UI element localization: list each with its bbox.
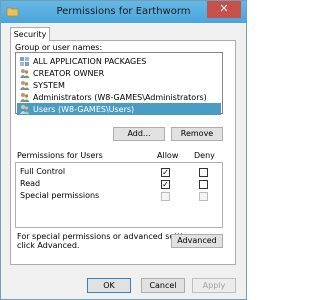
advanced-button[interactable]: Advanced — [171, 234, 223, 248]
users-icon — [20, 92, 30, 102]
group-list-label: Group or user names: — [15, 43, 103, 52]
allow-checkbox — [161, 192, 170, 201]
users-icon — [20, 80, 30, 90]
list-item[interactable]: CREATOR OWNER — [17, 67, 221, 79]
allow-checkbox[interactable]: ✓ — [161, 168, 170, 177]
list-item-selected[interactable]: Users (W8-GAMES\Users) — [17, 103, 221, 115]
permission-row-label: Read — [20, 179, 41, 188]
dialog-client: Security Group or user names: ALL APPLIC… — [5, 23, 242, 297]
deny-checkbox[interactable] — [199, 180, 208, 189]
allow-column-header: Allow — [157, 151, 179, 160]
users-icon — [20, 104, 30, 114]
list-item-label: ALL APPLICATION PACKAGES — [33, 56, 147, 66]
ok-button[interactable]: OK — [87, 278, 131, 293]
deny-checkbox — [199, 192, 208, 201]
apply-button: Apply — [192, 278, 236, 293]
permissions-header: Permissions for Users — [17, 151, 103, 160]
permissions-table: Full Control ✓ Read ✓ Special permission… — [15, 162, 223, 228]
list-item[interactable]: ALL APPLICATION PACKAGES — [17, 55, 221, 67]
permission-row-label: Full Control — [20, 167, 66, 176]
tab-security[interactable]: Security — [10, 27, 50, 41]
allow-checkbox[interactable]: ✓ — [161, 180, 170, 189]
list-item-label: CREATOR OWNER — [33, 68, 105, 78]
list-item-label: SYSTEM — [33, 80, 65, 90]
permission-row-label: Special permissions — [20, 191, 100, 200]
title-bar[interactable]: Permissions for Earthworm ✕ — [1, 1, 246, 23]
users-icon — [20, 68, 30, 78]
remove-button[interactable]: Remove — [171, 127, 223, 141]
list-item-label: Users (W8-GAMES\Users) — [33, 104, 135, 114]
group-user-list[interactable]: ALL APPLICATION PACKAGES CREATOR OWNER S… — [15, 52, 223, 115]
cancel-button[interactable]: Cancel — [141, 278, 185, 293]
close-button[interactable]: ✕ — [207, 1, 241, 18]
app-packages-icon — [20, 56, 29, 66]
permissions-dialog: Permissions for Earthworm ✕ Security Gro… — [0, 0, 247, 300]
advanced-hint-line2: click Advanced. — [17, 241, 80, 250]
deny-column-header: Deny — [194, 151, 215, 160]
add-button[interactable]: Add... — [113, 127, 165, 141]
list-item-label: Administrators (W8-GAMES\Administrators) — [33, 92, 207, 102]
deny-checkbox[interactable] — [199, 168, 208, 177]
list-item[interactable]: Administrators (W8-GAMES\Administrators) — [17, 91, 221, 103]
list-item[interactable]: SYSTEM — [17, 79, 221, 91]
